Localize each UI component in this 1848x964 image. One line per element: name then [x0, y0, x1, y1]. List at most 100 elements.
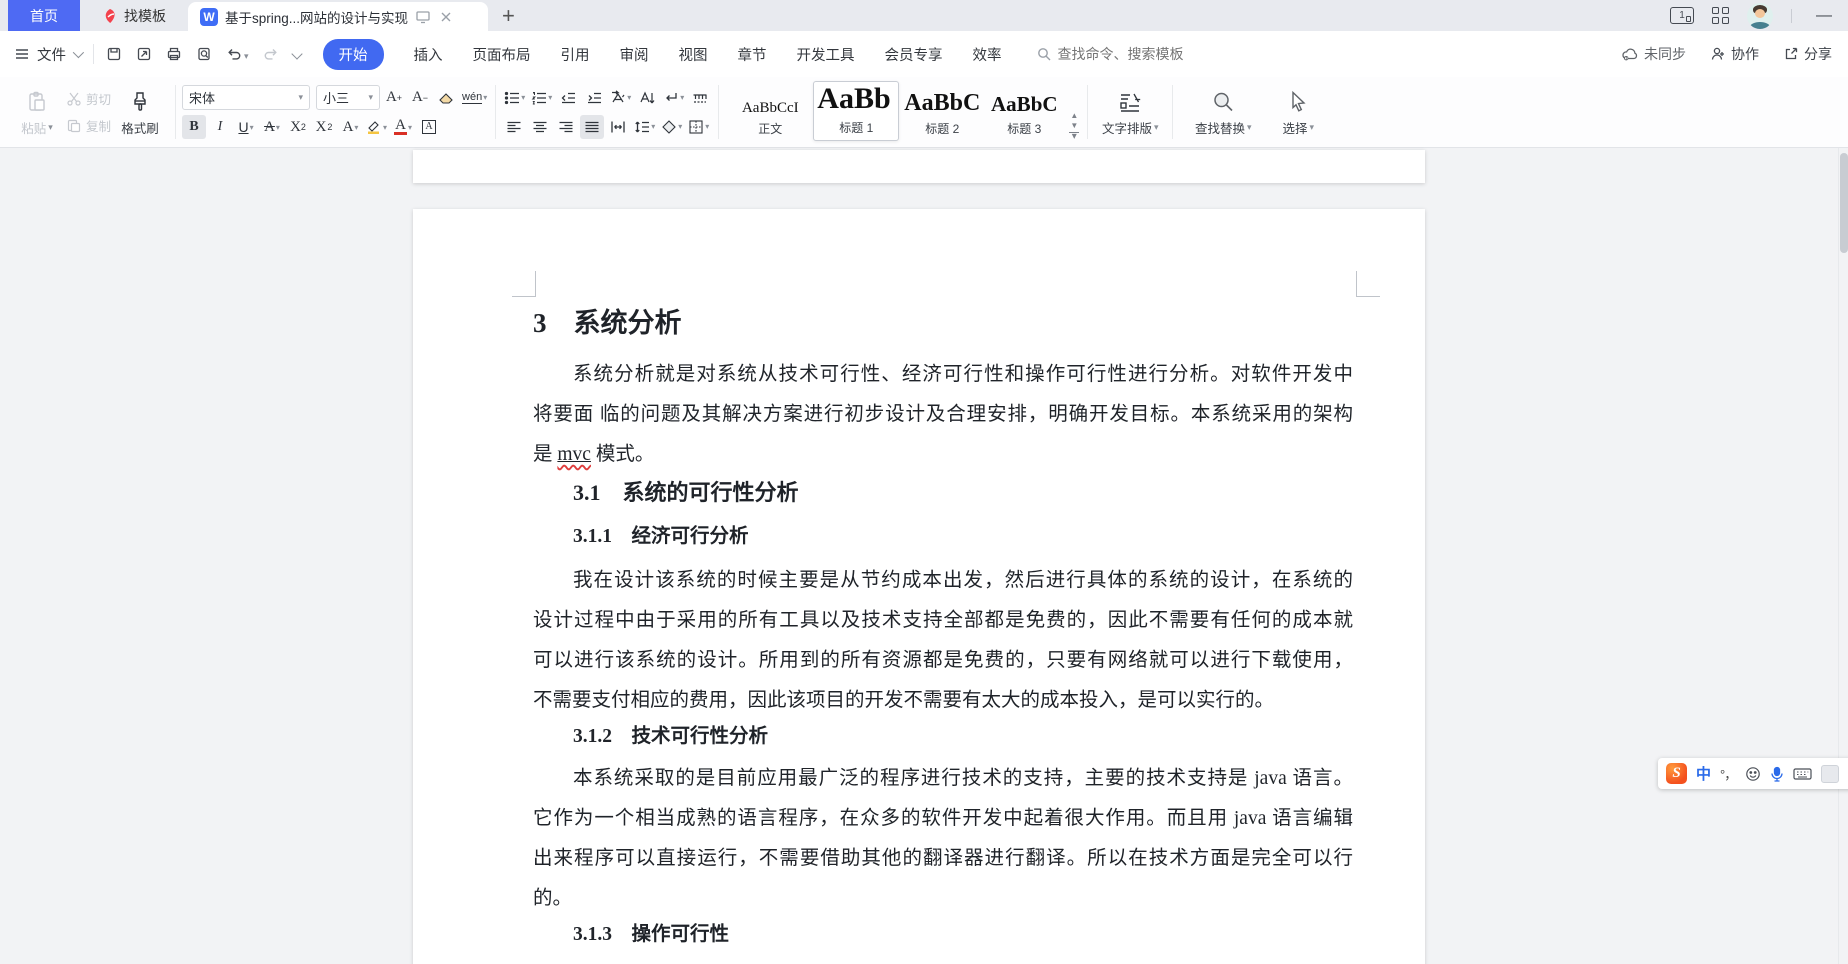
sogou-logo-icon[interactable]: S	[1666, 763, 1687, 784]
underline-button[interactable]: U ▾	[234, 115, 258, 139]
character-border-button[interactable]: A	[417, 115, 441, 139]
bullets-button[interactable]: ▾	[502, 86, 527, 110]
doc-line[interactable]: 本系统采取的是目前应用最广泛的程序进行技术的支持，主要的技术支持是 java 语…	[533, 759, 1353, 799]
print-preview-button[interactable]	[196, 46, 212, 62]
font-size-select[interactable]: 小三 ▾	[316, 85, 381, 110]
align-left-button[interactable]	[502, 115, 526, 139]
font-color-button[interactable]: A ▾	[391, 115, 415, 139]
tab-ruler-button[interactable]	[688, 86, 712, 110]
styles-scroll-up[interactable]: ▲	[1069, 112, 1079, 120]
doc-line[interactable]: 我在设计该系统的时候主要是从节约成本出发，然后进行具体的系统的设计，在系统的	[533, 561, 1353, 601]
microphone-icon[interactable]	[1770, 766, 1784, 782]
cjk-layout-button[interactable]: ▾	[608, 86, 633, 110]
doc-line[interactable]: 出来程序可以直接运行，不需要借助其他的翻译器进行翻译。所以在技术方面是完全可以行	[533, 839, 1353, 879]
increase-font-button[interactable]: A +	[382, 86, 406, 110]
shading-button[interactable]: ▾	[659, 115, 684, 139]
format-painter-button[interactable]: 格式刷	[111, 88, 169, 137]
menu-tab-home[interactable]: 开始	[322, 38, 384, 70]
sort-button[interactable]	[635, 86, 659, 110]
doc-line-partial[interactable]: 本系统的操作简单，可视化的界面，非常容易上手，新手也很快就可以上手操作，系统的	[533, 957, 1353, 964]
line-spacing-button[interactable]: ▾	[632, 115, 657, 139]
highlight-color-button[interactable]: ▾	[364, 115, 389, 139]
tab-home[interactable]: 首页	[8, 0, 80, 31]
styles-more-button[interactable]: ▾	[1069, 132, 1080, 142]
subscript-button[interactable]: X2	[312, 115, 336, 139]
command-search[interactable]	[1036, 46, 1223, 62]
doc-line[interactable]: 的。	[533, 879, 1353, 919]
increase-indent-button[interactable]	[582, 86, 606, 110]
redo-button[interactable]	[263, 46, 279, 62]
page[interactable]: 3 系统分析 系统分析就是对系统从技术可行性、经济可行性和操作可行性进行分析。对…	[413, 209, 1425, 964]
paste-button[interactable]: 粘贴 ▾	[8, 88, 66, 137]
doc-line[interactable]: 系统分析就是对系统从技术可行性、经济可行性和操作可行性进行分析。对软件开发中	[533, 355, 1353, 395]
menu-tab-dev-tools[interactable]: 开发工具	[797, 44, 855, 65]
menu-tab-member[interactable]: 会员专享	[885, 44, 943, 65]
menu-tab-efficiency[interactable]: 效率	[973, 44, 1002, 65]
style-heading3[interactable]: AaBbC 标题 3	[985, 86, 1063, 141]
doc-heading-3[interactable]: 3.1.1 经济可行分析	[533, 523, 1353, 551]
doc-heading-3[interactable]: 3.1.2 技术可行性分析	[533, 723, 1353, 751]
menu-tab-view[interactable]: 视图	[679, 44, 708, 65]
menu-tab-references[interactable]: 引用	[561, 44, 590, 65]
doc-line[interactable]: 可以进行该系统的设计。所用到的所有资源都是免费的，只要有网络就可以进行下载使用，	[533, 641, 1353, 681]
decrease-font-button[interactable]: A −	[408, 86, 432, 110]
page-previous-fragment[interactable]	[413, 150, 1425, 183]
present-icon[interactable]	[415, 9, 431, 25]
style-heading2[interactable]: AaBbC 标题 2	[903, 86, 981, 141]
save-button[interactable]	[106, 46, 122, 62]
cut-button[interactable]: 剪切	[66, 89, 111, 108]
paragraph-mark-button[interactable]: ▾	[661, 86, 686, 110]
select-button[interactable]: 选择 ▾	[1273, 88, 1323, 137]
print-button[interactable]	[166, 46, 182, 62]
user-avatar[interactable]	[1747, 2, 1773, 29]
menu-tab-review[interactable]: 审阅	[620, 44, 649, 65]
doc-heading-3[interactable]: 3.1.3 操作可行性	[533, 921, 1353, 949]
vertical-scrollbar[interactable]	[1838, 148, 1848, 964]
decrease-indent-button[interactable]	[556, 86, 580, 110]
more-commands-icon[interactable]	[290, 48, 303, 60]
text-layout-button[interactable]: 文字排版 ▾	[1094, 88, 1166, 137]
numbering-button[interactable]: ▾	[529, 86, 554, 110]
find-replace-button[interactable]: 查找替换 ▾	[1187, 88, 1259, 137]
export-button[interactable]	[136, 46, 152, 62]
clear-format-button[interactable]	[434, 86, 458, 110]
doc-line[interactable]: 是 mvc 模式。	[533, 435, 1353, 475]
tab-document[interactable]: W 基于spring...网站的设计与实现	[188, 2, 488, 31]
menu-tab-insert[interactable]: 插入	[414, 44, 443, 65]
menu-tab-section[interactable]: 章节	[738, 44, 767, 65]
scrollbar-thumb[interactable]	[1840, 153, 1848, 253]
distribute-button[interactable]	[606, 115, 630, 139]
doc-line[interactable]: 不需要支付相应的费用，因此该项目的开发不需要有太大的成本投入，是可以实行的。	[533, 681, 1353, 721]
bold-button[interactable]: B	[182, 115, 207, 139]
text-effects-button[interactable]: A ▾	[338, 115, 362, 139]
strikethrough-button[interactable]: A ▾	[260, 115, 284, 139]
file-menu-button[interactable]: 文件	[14, 44, 85, 65]
superscript-button[interactable]: X2	[286, 115, 310, 139]
italic-button[interactable]: I	[208, 115, 232, 139]
align-center-button[interactable]	[528, 115, 552, 139]
ime-language-toggle[interactable]: 中	[1696, 763, 1711, 784]
style-normal[interactable]: AaBbCcI 正文	[731, 86, 809, 141]
phonetic-guide-button[interactable]: wén ▾	[460, 86, 489, 110]
font-name-select[interactable]: 宋体 ▾	[182, 85, 311, 110]
apps-grid-icon[interactable]	[1712, 7, 1729, 24]
close-tab-icon[interactable]	[438, 9, 454, 25]
share-button[interactable]: 分享	[1783, 44, 1832, 64]
restore-window-icon[interactable]: 1	[1670, 7, 1694, 24]
doc-line[interactable]: 它作为一个相当成熟的语言程序，在众多的软件开发中起着很大作用。而且用 java …	[533, 799, 1353, 839]
doc-line[interactable]: 设计过程中由于采用的所有工具以及技术支持全部都是免费的，因此不需要有任何的成本就	[533, 601, 1353, 641]
styles-scroll-down[interactable]: ▼	[1069, 122, 1079, 130]
align-right-button[interactable]	[554, 115, 578, 139]
undo-button[interactable]: ▾	[226, 46, 249, 62]
minimize-button[interactable]: —	[1810, 7, 1838, 25]
borders-button[interactable]: ▾	[686, 115, 711, 139]
ime-toolbox-icon[interactable]	[1821, 764, 1840, 783]
doc-heading-1[interactable]: 3 系统分析	[533, 303, 1353, 343]
keyboard-icon[interactable]	[1793, 767, 1812, 781]
ime-punctuation-toggle[interactable]: °，	[1720, 764, 1737, 783]
copy-button[interactable]: 复制	[66, 116, 111, 135]
tab-templates[interactable]: 找模板	[80, 0, 188, 31]
new-tab-button[interactable]: +	[488, 0, 529, 31]
menu-tab-page-layout[interactable]: 页面布局	[473, 44, 531, 65]
doc-line[interactable]: 将要面 临的问题及其解决方案进行初步设计及合理安排，明确开发目标。本系统采用的架…	[533, 395, 1353, 435]
